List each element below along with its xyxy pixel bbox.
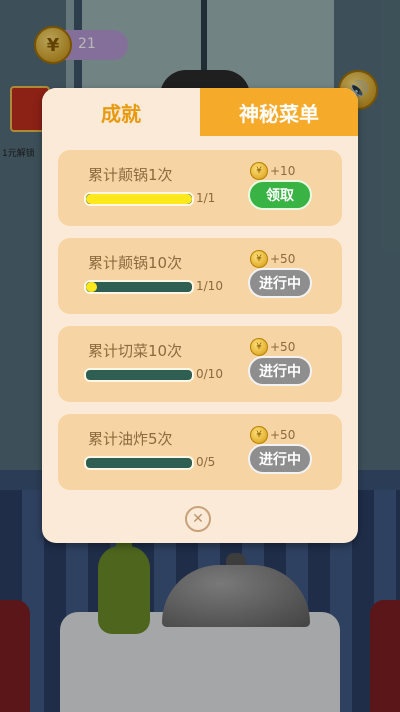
claim-button[interactable]: 领取: [248, 180, 312, 210]
in-progress-button[interactable]: 进行中: [248, 444, 312, 474]
progress-bar-fill: [86, 194, 192, 204]
in-progress-button[interactable]: 进行中: [248, 356, 312, 386]
achievement-card: 累计颠锅10次 1/10 ¥ +50 进行中: [58, 238, 342, 314]
reward: ¥ +50: [250, 426, 295, 444]
in-progress-button[interactable]: 进行中: [248, 268, 312, 298]
tab-achievements[interactable]: 成就: [42, 88, 200, 136]
reward-amount: +50: [270, 428, 296, 442]
reward-amount: +50: [270, 252, 296, 266]
achievement-title: 累计颠锅1次: [88, 166, 173, 184]
progress-text: 1/10: [196, 279, 223, 293]
tab-secret-menu[interactable]: 神秘菜单: [200, 88, 358, 136]
close-icon[interactable]: ✕: [185, 506, 211, 532]
reward: ¥ +50: [250, 250, 295, 268]
reward: ¥ +50: [250, 338, 295, 356]
progress-bar-fill: [86, 282, 97, 292]
progress-bar: [84, 280, 194, 294]
coin-icon: ¥: [250, 250, 268, 268]
achievement-title: 累计切菜10次: [88, 342, 183, 360]
coin-icon: ¥: [250, 338, 268, 356]
progress-text: 1/1: [196, 191, 216, 205]
progress-text: 0/5: [196, 455, 216, 469]
progress-bar: [84, 192, 194, 206]
achievements-modal: 成就 神秘菜单 累计颠锅1次 1/1 ¥ +10 领取 累计颠锅10次 1/10…: [42, 88, 358, 543]
coin-icon: ¥: [250, 162, 268, 180]
achievement-title: 累计油炸5次: [88, 430, 173, 448]
achievement-title: 累计颠锅10次: [88, 254, 183, 272]
tab-bar: 成就 神秘菜单: [42, 88, 358, 136]
achievement-card: 累计切菜10次 0/10 ¥ +50 进行中: [58, 326, 342, 402]
achievement-card: 累计油炸5次 0/5 ¥ +50 进行中: [58, 414, 342, 490]
progress-bar: [84, 456, 194, 470]
reward-amount: +10: [270, 164, 296, 178]
progress-text: 0/10: [196, 367, 223, 381]
achievement-card: 累计颠锅1次 1/1 ¥ +10 领取: [58, 150, 342, 226]
reward-amount: +50: [270, 340, 296, 354]
coin-icon: ¥: [250, 426, 268, 444]
progress-bar: [84, 368, 194, 382]
reward: ¥ +10: [250, 162, 295, 180]
